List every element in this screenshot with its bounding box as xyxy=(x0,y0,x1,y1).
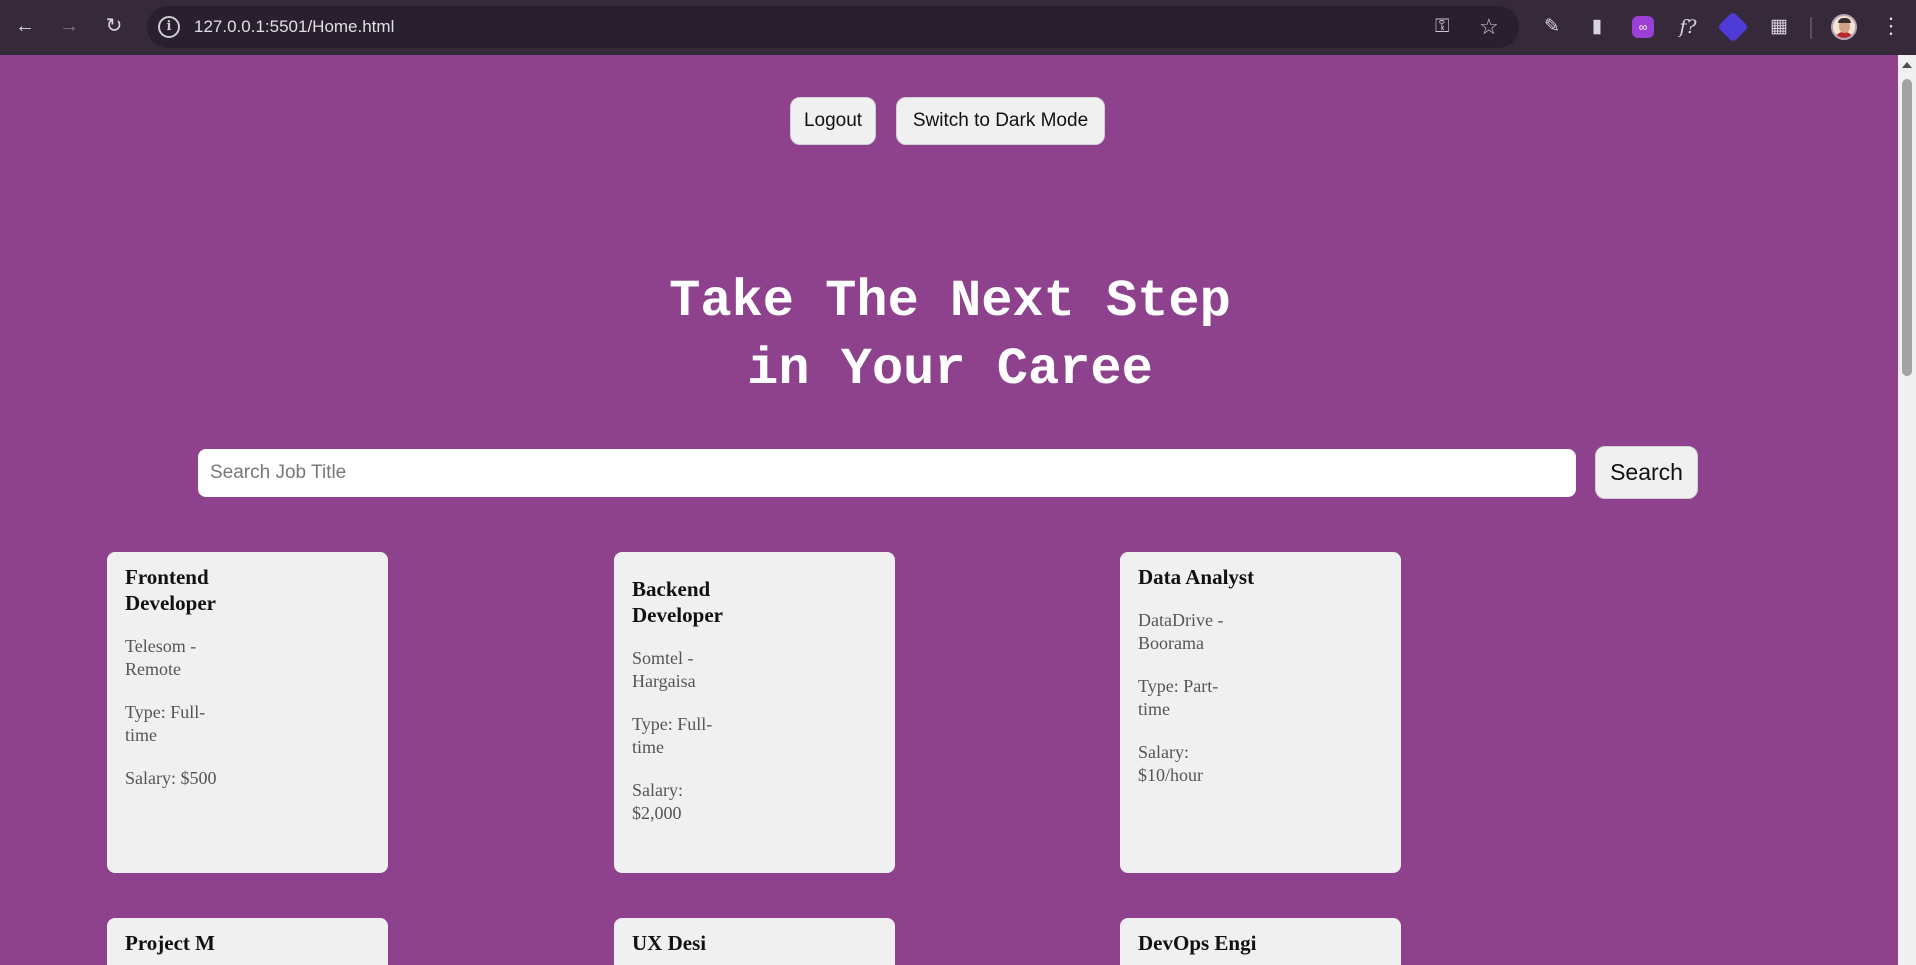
job-card[interactable]: Frontend Developer Telesom - Remote Type… xyxy=(107,552,388,873)
address-bar[interactable]: i 127.0.0.1:5501/Home.html ⚿ ☆ xyxy=(147,6,1519,48)
hero-title-line-1: Take The Next Step xyxy=(669,272,1231,331)
dark-mode-toggle-button[interactable]: Switch to Dark Mode xyxy=(896,97,1105,145)
cube-extension-icon[interactable] xyxy=(1717,11,1749,43)
job-company-location: DataDrive - Boorama xyxy=(1138,610,1224,653)
job-type: Type: Full-time xyxy=(125,702,206,745)
job-card[interactable]: UX Desi xyxy=(614,918,895,965)
star-icon[interactable]: ☆ xyxy=(1479,14,1499,40)
job-title: Project M xyxy=(125,931,215,955)
eyedropper-extension-icon[interactable]: ✎ xyxy=(1538,13,1566,41)
job-title: DevOps Engi xyxy=(1138,931,1257,955)
job-card[interactable]: Project M xyxy=(107,918,388,965)
document-extension-icon[interactable]: ▮ xyxy=(1583,13,1611,41)
job-company-location: Telesom - Remote xyxy=(125,636,197,679)
search-button[interactable]: Search xyxy=(1595,446,1698,499)
reload-icon[interactable]: ↻ xyxy=(101,13,127,39)
toolbar-divider xyxy=(1810,17,1812,39)
purple-extension-icon[interactable]: ∞ xyxy=(1632,16,1654,38)
job-company-location: Somtel - Hargaisa xyxy=(632,648,696,691)
site-info-icon[interactable]: i xyxy=(158,16,180,38)
browser-toolbar: ← → ↻ i 127.0.0.1:5501/Home.html ⚿ ☆ ✎ ▮… xyxy=(0,0,1916,55)
job-title: UX Desi xyxy=(632,931,707,955)
job-salary: Salary: $500 xyxy=(125,768,217,788)
search-input[interactable] xyxy=(198,449,1576,497)
job-salary: Salary: $2,000 xyxy=(632,780,683,823)
job-card[interactable]: Backend Developer Somtel - Hargaisa Type… xyxy=(614,552,895,873)
job-salary: Salary: $10/hour xyxy=(1138,742,1203,785)
hero-title: Take The Next Step in Your Caree xyxy=(450,268,1450,404)
job-card[interactable]: Data Analyst DataDrive - Boorama Type: P… xyxy=(1120,552,1401,873)
job-title: Frontend Developer xyxy=(125,565,216,615)
kebab-menu-icon[interactable]: ⋮ xyxy=(1880,13,1902,39)
hero-title-line-2: in Your Caree xyxy=(747,340,1153,399)
job-card[interactable]: DevOps Engi xyxy=(1120,918,1401,965)
profile-avatar[interactable] xyxy=(1831,14,1857,40)
logout-button[interactable]: Logout xyxy=(790,97,876,145)
puzzle-extensions-icon[interactable]: ▦ xyxy=(1765,13,1793,41)
forward-arrow-icon[interactable]: → xyxy=(56,13,82,39)
job-title: Data Analyst xyxy=(1138,565,1255,589)
scroll-up-arrow-icon[interactable] xyxy=(1902,62,1912,68)
font-extension-icon[interactable]: f? xyxy=(1674,13,1702,41)
page-scrollbar[interactable] xyxy=(1898,55,1916,965)
key-icon[interactable]: ⚿ xyxy=(1435,16,1449,38)
job-type: Type: Full-time xyxy=(632,714,713,757)
address-bar-url[interactable]: 127.0.0.1:5501/Home.html xyxy=(194,17,394,37)
job-type: Type: Part-time xyxy=(1138,676,1219,719)
back-arrow-icon[interactable]: ← xyxy=(12,13,38,39)
job-title: Backend Developer xyxy=(632,577,723,627)
scroll-thumb[interactable] xyxy=(1902,79,1912,376)
